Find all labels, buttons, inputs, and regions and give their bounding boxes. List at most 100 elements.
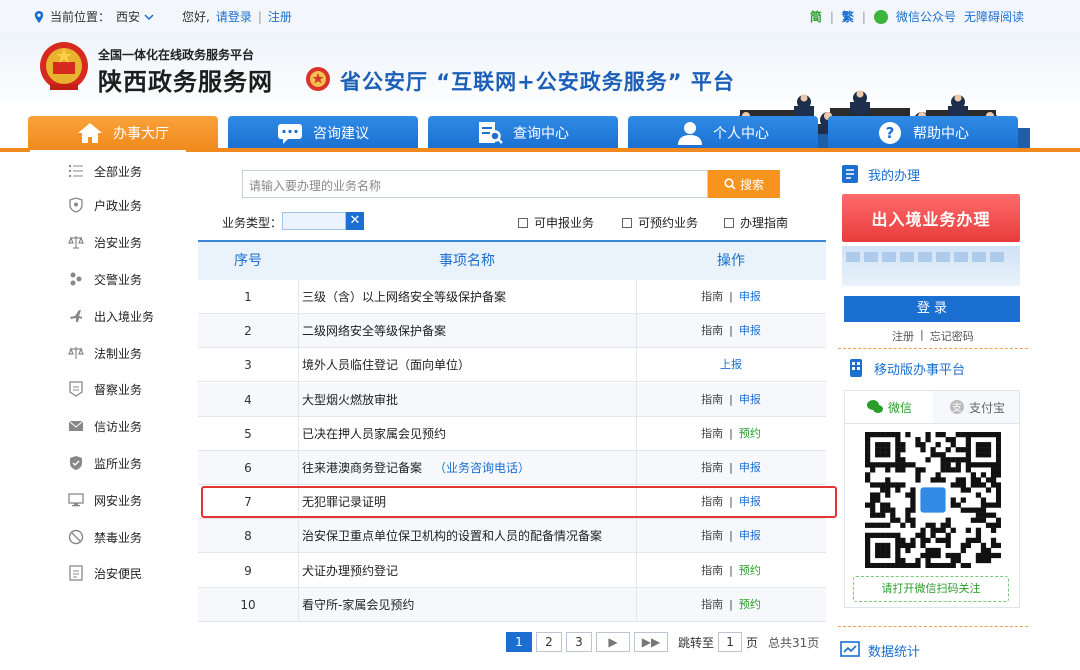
action-link[interactable]: 申报 bbox=[739, 529, 761, 542]
consult-phone-link[interactable]: （业务咨询电话） bbox=[434, 461, 530, 475]
sidebar-item-label[interactable]: 督察业务 bbox=[94, 381, 142, 398]
sidebar-item-public-security[interactable]: 治安业务 bbox=[68, 231, 142, 253]
sidebar-item-label[interactable]: 网安业务 bbox=[94, 492, 142, 509]
next-page-button[interactable]: ▶ bbox=[596, 632, 630, 652]
sidebar-item-label[interactable]: 信访业务 bbox=[94, 418, 142, 435]
item-name[interactable]: 境外人员临住登记（面向单位） bbox=[302, 358, 470, 372]
table-row[interactable]: 10 看守所-家属会见预约 指南 | 预约 bbox=[198, 587, 826, 622]
item-name[interactable]: 二级网络安全等级保护备案 bbox=[302, 324, 446, 338]
action-link[interactable]: 预约 bbox=[739, 564, 761, 577]
guide-link[interactable]: 指南 bbox=[701, 324, 723, 337]
section-label[interactable]: 我的办理 bbox=[868, 165, 920, 184]
row-name[interactable]: 大型烟火燃放审批 bbox=[302, 383, 636, 417]
row-name[interactable]: 治安保卫重点单位保卫机构的设置和人员的配备情况备案 bbox=[302, 519, 636, 553]
filter-applyable[interactable]: 可申报业务 bbox=[518, 214, 594, 231]
qr-code-icon[interactable] bbox=[865, 432, 1001, 568]
sidebar-item-label[interactable]: 法制业务 bbox=[94, 345, 142, 362]
guide-link[interactable]: 指南 bbox=[701, 290, 723, 303]
sidebar-item-label[interactable]: 治安业务 bbox=[94, 234, 142, 251]
table-row[interactable]: 2 二级网络安全等级保护备案 指南 | 申报 bbox=[198, 314, 826, 349]
action-link[interactable]: 申报 bbox=[739, 324, 761, 337]
exit-entry-banner[interactable]: 出入境业务办理 bbox=[842, 194, 1020, 242]
tab-label[interactable]: 办事大厅 bbox=[113, 123, 169, 143]
sidebar-item-label[interactable]: 交警业务 bbox=[94, 271, 142, 288]
page-3-button[interactable]: 3 bbox=[566, 632, 592, 652]
sidebar-item-label[interactable]: 监所业务 bbox=[94, 455, 142, 472]
item-name[interactable]: 看守所-家属会见预约 bbox=[302, 598, 414, 612]
row-name[interactable]: 三级（含）以上网络安全等级保护备案 bbox=[302, 280, 636, 314]
search-input[interactable]: 请输入要办理的业务名称 bbox=[242, 170, 708, 198]
sidebar-item-exit-entry[interactable]: 出入境业务 bbox=[68, 305, 154, 327]
sidebar-item-all[interactable]: 全部业务 bbox=[68, 160, 142, 182]
chevron-down-icon[interactable] bbox=[144, 13, 154, 20]
clear-icon[interactable]: ✕ bbox=[346, 212, 364, 230]
table-row[interactable]: 1 三级（含）以上网络安全等级保护备案 指南 | 申报 bbox=[198, 280, 826, 314]
sidebar-item-label[interactable]: 全部业务 bbox=[94, 163, 142, 180]
page-1-button[interactable]: 1 bbox=[506, 632, 532, 652]
tab-personal-center[interactable]: 个人中心 bbox=[628, 116, 818, 150]
row-name[interactable]: 境外人员临住登记（面向单位） bbox=[302, 348, 636, 382]
wechat-account-link[interactable]: 微信公众号 bbox=[896, 8, 956, 25]
table-row[interactable]: 5 已决在押人员家属会见预约 指南 | 预约 bbox=[198, 417, 826, 451]
action-link[interactable]: 申报 bbox=[739, 461, 761, 474]
row-name[interactable]: 二级网络安全等级保护备案 bbox=[302, 314, 636, 348]
tab-label[interactable]: 查询中心 bbox=[513, 123, 569, 143]
row-name[interactable]: 已决在押人员家属会见预约 bbox=[302, 417, 636, 451]
guide-link[interactable]: 指南 bbox=[701, 598, 723, 611]
biz-type-select[interactable] bbox=[282, 212, 346, 230]
login-button[interactable]: 登 录 bbox=[844, 296, 1020, 322]
tab-query-center[interactable]: 查询中心 bbox=[428, 116, 618, 150]
item-name[interactable]: 已决在押人员家属会见预约 bbox=[302, 427, 446, 441]
register-link[interactable]: 注册 bbox=[268, 8, 292, 25]
row-name[interactable]: 犬证办理预约登记 bbox=[302, 554, 636, 588]
row-name[interactable]: 往来港澳商务登记备案 （业务咨询电话） bbox=[302, 451, 636, 485]
traditional-chinese-link[interactable]: 繁 bbox=[842, 8, 854, 25]
my-affairs-title[interactable]: 我的办理 bbox=[840, 164, 920, 184]
sidebar-item-legal[interactable]: 法制业务 bbox=[68, 342, 142, 364]
filter-guide[interactable]: 办理指南 bbox=[724, 214, 788, 231]
data-stats-title[interactable]: 数据统计 bbox=[840, 640, 920, 660]
section-label[interactable]: 数据统计 bbox=[868, 641, 920, 660]
tab-label[interactable]: 支付宝 bbox=[969, 399, 1005, 416]
table-row[interactable]: 6 往来港澳商务登记备案 （业务咨询电话） 指南 | 申报 bbox=[198, 451, 826, 485]
page-2-button[interactable]: 2 bbox=[536, 632, 562, 652]
row-name[interactable]: 看守所-家属会见预约 bbox=[302, 588, 636, 622]
login-link[interactable]: 请登录 bbox=[216, 8, 252, 25]
sidebar-item-convenience[interactable]: 治安便民 bbox=[68, 562, 142, 584]
brand-title[interactable]: 陕西政务服务网 bbox=[98, 62, 273, 97]
guide-link[interactable]: 指南 bbox=[701, 564, 723, 577]
item-name[interactable]: 三级（含）以上网络安全等级保护备案 bbox=[302, 290, 506, 304]
search-button[interactable]: 搜索 bbox=[708, 170, 780, 198]
action-link[interactable]: 上报 bbox=[720, 358, 742, 371]
tab-label[interactable]: 咨询建议 bbox=[313, 123, 369, 143]
checkbox[interactable] bbox=[622, 217, 632, 228]
accessibility-link[interactable]: 无障碍阅读 bbox=[964, 8, 1024, 25]
sidebar-item-household[interactable]: 户政业务 bbox=[68, 194, 142, 216]
checkbox[interactable] bbox=[724, 217, 734, 228]
action-link[interactable]: 申报 bbox=[739, 290, 761, 303]
guide-link[interactable]: 指南 bbox=[701, 393, 723, 406]
city-name[interactable]: 西安 bbox=[116, 8, 140, 25]
filter-label[interactable]: 办理指南 bbox=[740, 214, 788, 231]
table-row[interactable]: 4 大型烟火燃放审批 指南 | 申报 bbox=[198, 382, 826, 417]
sidebar-item-petition[interactable]: 信访业务 bbox=[68, 415, 142, 437]
jump-page-input[interactable]: 1 bbox=[718, 632, 743, 652]
simplified-chinese-link[interactable]: 简 bbox=[810, 8, 822, 25]
action-link[interactable]: 申报 bbox=[739, 393, 761, 406]
action-link[interactable]: 预约 bbox=[739, 427, 761, 440]
checkbox[interactable] bbox=[518, 217, 528, 228]
filter-label[interactable]: 可申报业务 bbox=[534, 214, 594, 231]
action-link[interactable]: 预约 bbox=[739, 598, 761, 611]
city-selector[interactable]: 西安 bbox=[116, 8, 154, 25]
tab-help-center[interactable]: ? 帮助中心 bbox=[828, 116, 1018, 150]
sidebar-item-cyber[interactable]: 网安业务 bbox=[68, 489, 142, 511]
register-link[interactable]: 注册 bbox=[892, 328, 914, 344]
tab-consult[interactable]: 咨询建议 bbox=[228, 116, 418, 150]
table-row[interactable]: 3 境外人员临住登记（面向单位） 上报 bbox=[198, 348, 826, 383]
sidebar-item-label[interactable]: 出入境业务 bbox=[94, 308, 154, 325]
guide-link[interactable]: 指南 bbox=[701, 427, 723, 440]
table-row[interactable]: 9 犬证办理预约登记 指南 | 预约 bbox=[198, 554, 826, 588]
table-row[interactable]: 8 治安保卫重点单位保卫机构的设置和人员的配备情况备案 指南 | 申报 bbox=[198, 519, 826, 554]
sidebar-item-detention[interactable]: 监所业务 bbox=[68, 452, 142, 474]
sidebar-item-anti-drug[interactable]: 禁毒业务 bbox=[68, 526, 142, 548]
